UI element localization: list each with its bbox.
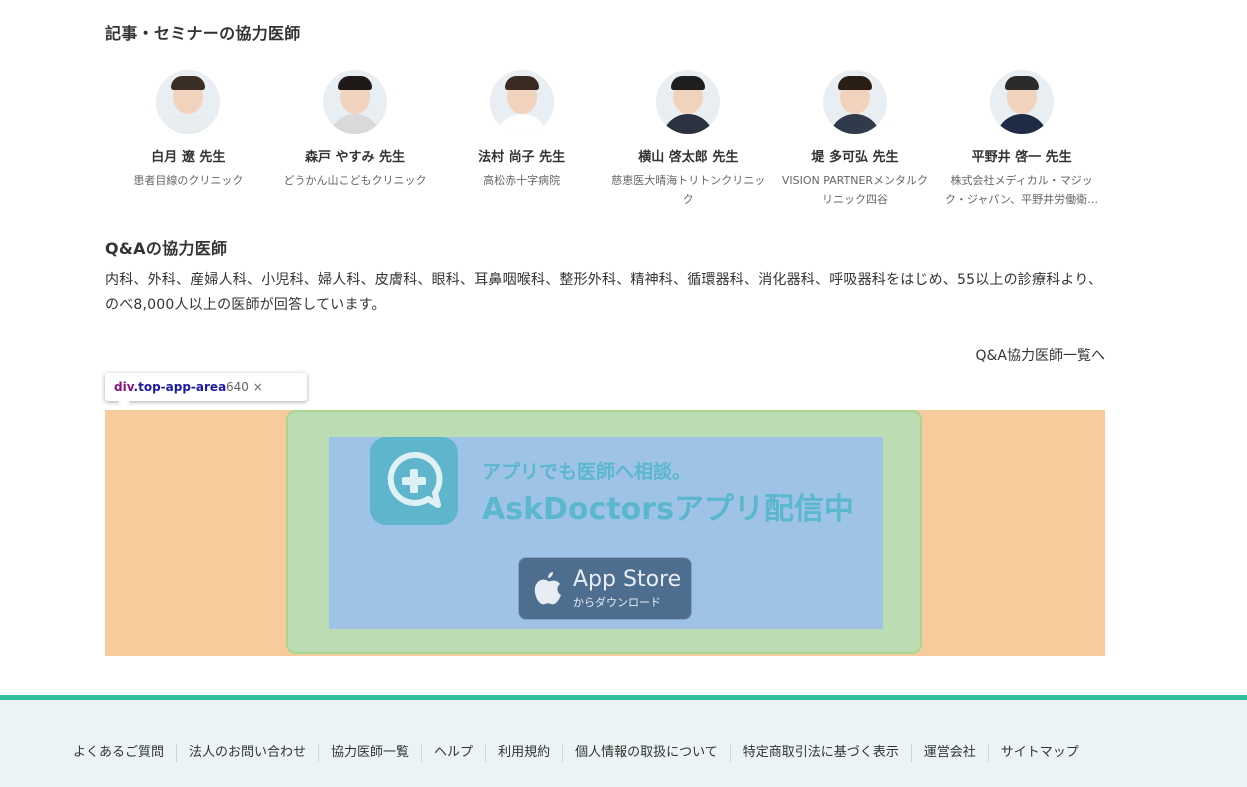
devtools-element-tooltip: div.top-app-area 640 × 245.98	[105, 373, 307, 422]
doctor-affiliation: どうかん山こどもクリニック	[283, 174, 427, 187]
avatar-hair	[671, 76, 706, 90]
articles-section-title: 記事・セミナーの協力医師	[105, 24, 301, 43]
tooltip-arrow	[117, 400, 131, 408]
apple-icon	[534, 572, 561, 605]
avatar-hair	[504, 76, 539, 90]
doctor-avatar[interactable]	[656, 70, 721, 134]
doctor-avatar[interactable]	[822, 70, 887, 134]
doctor-card[interactable]: 白月 遼 先生 患者目線のクリニック	[105, 70, 272, 209]
doctor-name[interactable]: 横山 啓太郎 先生	[605, 146, 772, 165]
footer-link-sitemap[interactable]: サイトマップ	[987, 744, 1091, 762]
top-app-area: アプリでも医師へ相談。 AskDoctorsアプリ配信中 App Store か…	[105, 410, 1105, 656]
footer-link-commercial-law[interactable]: 特定商取引法に基づく表示	[729, 744, 911, 762]
doctor-card[interactable]: 横山 啓太郎 先生 慈恵医大晴海トリトンクリニック	[605, 70, 772, 209]
doctor-affiliation: 高松赤十字病院	[483, 174, 561, 187]
footer-links: よくあるご質問 法人のお問い合わせ 協力医師一覧 ヘルプ 利用規約 個人情報の取…	[61, 744, 1091, 762]
doctor-affiliation: 株式会社メディカル・マジック・ジャパン、平野井労働衛…	[945, 174, 1099, 206]
doctor-avatar[interactable]	[989, 70, 1054, 134]
doctor-list: 白月 遼 先生 患者目線のクリニック 森戸 やすみ 先生 どうかん山こどもクリニ…	[105, 70, 1105, 209]
avatar-body	[495, 114, 548, 134]
doctor-card[interactable]: 平野井 啓一 先生 株式会社メディカル・マジック・ジャパン、平野井労働衛…	[938, 70, 1105, 209]
footer: よくあるご質問 法人のお問い合わせ 協力医師一覧 ヘルプ 利用規約 個人情報の取…	[0, 700, 1247, 787]
qa-section-title: Q&Aの協力医師	[105, 239, 228, 258]
avatar-body	[662, 114, 715, 134]
footer-link-help[interactable]: ヘルプ	[421, 744, 485, 762]
doctor-card[interactable]: 森戸 やすみ 先生 どうかん山こどもクリニック	[272, 70, 439, 209]
doctor-avatar[interactable]	[156, 70, 221, 134]
avatar-body	[328, 114, 381, 134]
app-area-content: アプリでも医師へ相談。 AskDoctorsアプリ配信中 App Store か…	[329, 437, 883, 629]
footer-link-terms[interactable]: 利用規約	[485, 744, 562, 762]
footer-link-company[interactable]: 運営会社	[910, 744, 988, 762]
askdoctors-app-icon	[370, 437, 458, 525]
app-area-padding: アプリでも医師へ相談。 AskDoctorsアプリ配信中 App Store か…	[286, 410, 922, 654]
doctor-avatar[interactable]	[489, 70, 554, 134]
app-tagline: アプリでも医師へ相談。	[482, 461, 692, 483]
qa-doctors-list-link[interactable]: Q&A協力医師一覧へ	[975, 345, 1105, 365]
avatar-hair	[171, 76, 206, 90]
footer-link-doctors-list[interactable]: 協力医師一覧	[318, 744, 421, 762]
app-store-label: App Store	[573, 567, 682, 592]
avatar-hair	[337, 76, 372, 90]
doctor-avatar[interactable]	[322, 70, 387, 134]
avatar-hair	[837, 76, 872, 90]
footer-link-privacy[interactable]: 個人情報の取扱について	[562, 744, 730, 762]
chat-plus-icon	[387, 451, 443, 508]
avatar-body	[995, 114, 1048, 134]
tooltip-selector: div.top-app-area	[114, 373, 226, 401]
doctor-card[interactable]: 堤 多可弘 先生 VISION PARTNERメンタルクリニック四谷	[772, 70, 939, 209]
app-store-sublabel: からダウンロード	[573, 596, 661, 609]
doctor-name[interactable]: 法村 尚子 先生	[438, 146, 605, 165]
avatar-hair	[1004, 76, 1039, 90]
footer-link-faq[interactable]: よくあるご質問	[61, 744, 176, 762]
app-title: AskDoctorsアプリ配信中	[482, 492, 854, 527]
doctor-affiliation: 患者目線のクリニック	[133, 174, 244, 187]
doctor-affiliation: VISION PARTNERメンタルクリニック四谷	[781, 174, 929, 206]
tooltip-tag: div	[114, 380, 134, 394]
doctor-name[interactable]: 白月 遼 先生	[105, 146, 272, 165]
doctor-name[interactable]: 堤 多可弘 先生	[772, 146, 939, 165]
avatar-body	[828, 114, 881, 134]
tooltip-class: .top-app-area	[133, 380, 227, 394]
qa-description: 内科、外科、産婦人科、小児科、婦人科、皮膚科、眼科、耳鼻咽喉科、整形外科、精神科…	[105, 272, 1103, 313]
app-store-button[interactable]: App Store からダウンロード	[518, 557, 692, 620]
doctor-card[interactable]: 法村 尚子 先生 高松赤十字病院	[438, 70, 605, 209]
doctor-name[interactable]: 森戸 やすみ 先生	[272, 146, 439, 165]
doctor-name[interactable]: 平野井 啓一 先生	[938, 146, 1105, 165]
footer-link-corporate-contact[interactable]: 法人のお問い合わせ	[176, 744, 318, 762]
avatar-body	[162, 114, 215, 134]
doctor-affiliation: 慈恵医大晴海トリトンクリニック	[611, 174, 766, 206]
